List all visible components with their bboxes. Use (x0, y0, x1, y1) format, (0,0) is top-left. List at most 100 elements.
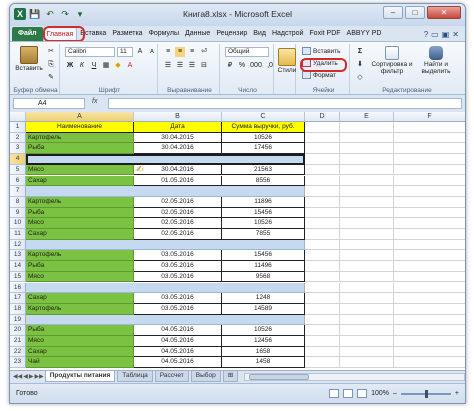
cell-empty[interactable] (394, 336, 465, 347)
cell-empty[interactable] (340, 250, 394, 262)
cell-empty[interactable] (394, 154, 465, 165)
merge-icon[interactable]: ⊟ (199, 61, 209, 71)
worksheet-grid[interactable]: A B C D E F 1 Наименование Дата Сумма выручки, ру… (10, 112, 465, 370)
cell-name[interactable]: Рыба (26, 143, 134, 155)
cell-date[interactable]: 03.05.2016 (134, 261, 222, 272)
column-header-b[interactable]: B (134, 112, 222, 122)
cell-empty[interactable] (305, 164, 340, 176)
zoom-in-button[interactable]: + (455, 390, 459, 397)
cell-date[interactable]: 30.04.2016 (134, 143, 222, 155)
fill-icon[interactable]: ⬇ (355, 60, 365, 70)
zoom-slider-thumb[interactable] (424, 389, 428, 398)
cell-blank-row[interactable] (26, 282, 305, 294)
cell-empty[interactable] (340, 271, 394, 283)
decimal-icon[interactable]: ,0 (265, 61, 275, 71)
cell-empty[interactable] (340, 336, 394, 347)
tab-data[interactable]: Данные (182, 27, 213, 41)
cell-empty[interactable] (305, 314, 340, 326)
cell-empty[interactable] (340, 239, 394, 251)
cell-name[interactable]: Сахар (26, 175, 134, 187)
cell-empty[interactable] (305, 207, 340, 219)
help-icon[interactable]: ? (424, 30, 428, 39)
cell-empty[interactable] (305, 293, 340, 304)
cell-empty[interactable] (305, 357, 340, 369)
cell-empty[interactable] (394, 240, 465, 251)
cell-header-sum[interactable]: Сумма выручки, руб. (222, 122, 305, 133)
cell-name[interactable]: Картофель (26, 196, 134, 208)
cell-empty[interactable] (305, 271, 340, 283)
select-all-corner[interactable] (10, 112, 26, 122)
row-header[interactable]: 1 (10, 122, 26, 133)
column-header-e[interactable]: E (340, 112, 394, 122)
cell-name[interactable]: Рыба (26, 325, 134, 336)
close-button[interactable]: ✕ (427, 6, 461, 19)
align-top-icon[interactable]: ≡ (163, 47, 173, 57)
thousands-icon[interactable]: 000 (249, 61, 263, 71)
cell-empty[interactable] (305, 143, 340, 155)
row-header[interactable]: 14 (10, 261, 26, 272)
cell-blank-row[interactable] (26, 154, 305, 165)
cell-sum[interactable]: 15456 (222, 207, 305, 219)
cell-name[interactable]: Чай (26, 357, 134, 369)
align-left-icon[interactable]: ☰ (163, 61, 173, 71)
cell-empty[interactable] (305, 175, 340, 187)
horizontal-scrollbar[interactable] (244, 372, 465, 381)
cell-empty[interactable] (394, 261, 465, 272)
cell-empty[interactable] (394, 229, 465, 240)
cell-empty[interactable] (340, 122, 394, 133)
cell-name[interactable]: Мясо (26, 164, 134, 176)
cell-empty[interactable] (340, 325, 394, 336)
cell-date[interactable]: 04.05.2016 (134, 357, 222, 369)
column-header-a[interactable]: A (26, 112, 134, 122)
format-painter-icon[interactable]: ✎ (46, 73, 56, 83)
cell-empty[interactable] (305, 186, 340, 197)
cell-empty[interactable] (305, 261, 340, 272)
column-header-c[interactable]: C (222, 112, 305, 122)
cell-empty[interactable] (305, 196, 340, 208)
cell-empty[interactable] (394, 133, 465, 144)
row-header[interactable]: 18 (10, 303, 26, 315)
cell-empty[interactable] (394, 165, 465, 176)
first-sheet-icon[interactable]: ◀◀ (13, 373, 22, 380)
maximize-button[interactable]: □ (405, 6, 425, 19)
cell-empty[interactable] (305, 154, 340, 165)
row-header[interactable]: 10 (10, 218, 26, 229)
cell-empty[interactable] (340, 186, 394, 197)
cell-sum[interactable]: 21563 (222, 164, 305, 176)
italic-button[interactable]: К (77, 61, 87, 71)
cell-date[interactable]: 03.05.2016 (134, 271, 222, 283)
row-header[interactable]: 21 (10, 336, 26, 347)
workbook-restore-icon[interactable]: ▣ (442, 30, 450, 39)
number-format-select[interactable]: Общий (225, 47, 269, 57)
cell-empty[interactable] (305, 122, 340, 133)
tab-view[interactable]: Вид (250, 27, 269, 41)
cell-sum[interactable]: 12456 (222, 336, 305, 347)
cell-date[interactable]: 01.05.2016 (134, 175, 222, 187)
cell-blank-row[interactable] (26, 186, 305, 197)
cell-empty[interactable] (394, 218, 465, 229)
find-select-button[interactable]: Найти и выделить (414, 46, 458, 75)
sheet-tab-products[interactable]: Продукты питания (44, 371, 116, 382)
page-layout-view-icon[interactable] (343, 389, 354, 398)
font-name-select[interactable]: Calibri (65, 47, 115, 57)
cell-date[interactable]: 30.04.2016 (134, 164, 222, 176)
minimize-button[interactable]: – (383, 6, 403, 19)
row-header[interactable]: 12 (10, 239, 26, 251)
fill-color-icon[interactable]: ◆ (113, 61, 123, 71)
sort-filter-button[interactable]: Сортировка и фильтр (370, 46, 414, 75)
cell-empty[interactable] (340, 229, 394, 240)
cell-sum[interactable]: 15456 (222, 250, 305, 262)
cell-name[interactable]: Мясо (26, 336, 134, 347)
cell-name[interactable]: Мясо (26, 271, 134, 283)
last-sheet-icon[interactable]: ▶▶ (34, 373, 43, 380)
zoom-out-button[interactable]: – (393, 390, 397, 397)
copy-icon[interactable]: ⎘ (46, 60, 56, 70)
cell-empty[interactable] (340, 196, 394, 208)
column-header-f[interactable]: F (394, 112, 465, 122)
cell-name[interactable]: Рыба (26, 261, 134, 272)
row-header[interactable]: 16 (10, 282, 26, 294)
align-middle-icon[interactable]: ≡ (175, 47, 185, 57)
cell-empty[interactable] (340, 282, 394, 294)
cell-empty[interactable] (340, 143, 394, 155)
cell-empty[interactable] (340, 175, 394, 187)
